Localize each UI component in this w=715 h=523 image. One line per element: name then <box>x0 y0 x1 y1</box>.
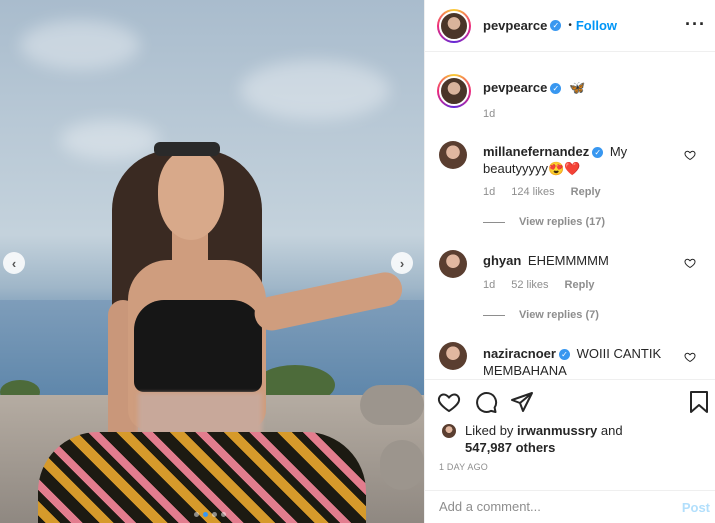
caption: pevpearce ✓ 🦋 <box>483 79 585 96</box>
person-face <box>158 150 224 240</box>
replies-divider <box>483 314 505 316</box>
action-bar: Liked by irwanmussry and 547,987 others … <box>425 379 715 472</box>
view-replies-button[interactable]: View replies (17) <box>483 216 605 228</box>
view-replies-label: View replies (17) <box>519 216 606 228</box>
person-top <box>134 300 262 392</box>
view-replies-button[interactable]: View replies (7) <box>483 309 599 321</box>
comment-username[interactable]: naziracnoer <box>483 346 556 361</box>
avatar-image <box>439 10 469 41</box>
bookmark-icon[interactable] <box>687 390 711 414</box>
likes-suffix: and <box>600 423 623 438</box>
comment-age[interactable]: 1d <box>483 279 495 291</box>
follow-separator: • <box>568 20 572 31</box>
comment-text: My <box>609 144 628 159</box>
heart-icon[interactable] <box>684 257 696 269</box>
likes-summary: Liked by irwanmussry and 547,987 others <box>441 422 665 456</box>
comment-likes[interactable]: 52 likes <box>511 279 548 291</box>
chevron-right-icon[interactable]: › <box>391 252 413 274</box>
photo-cushion <box>380 440 424 490</box>
more-options-icon[interactable]: ··· <box>685 14 706 35</box>
comment-meta: 1d 52 likes Reply <box>483 279 595 291</box>
comment-text: EHEMMMMM <box>527 253 609 268</box>
verified-badge-icon: ✓ <box>558 349 570 361</box>
reply-button[interactable]: Reply <box>565 279 595 291</box>
comment-text: WOIII CANTIK <box>576 346 662 361</box>
likes-text: Liked by irwanmussry and 547,987 others <box>465 422 665 456</box>
liker-username[interactable]: irwanmussry <box>517 423 597 438</box>
photo-cloud <box>240 60 390 120</box>
verified-badge-icon: ✓ <box>550 20 562 31</box>
caption-avatar[interactable] <box>437 74 471 108</box>
chevron-left-icon[interactable]: ‹ <box>3 252 25 274</box>
comment-avatar[interactable] <box>439 250 467 278</box>
post-button[interactable]: Post <box>682 500 710 515</box>
carousel-dot[interactable] <box>221 512 226 517</box>
comment-avatar[interactable] <box>439 342 467 370</box>
comments-list: pevpearce ✓ 🦋 1d millanefernandez ✓ My bea… <box>425 52 715 379</box>
comment-composer: Post <box>425 490 715 523</box>
reply-button[interactable]: Reply <box>571 186 601 198</box>
carousel-dot[interactable] <box>212 512 217 517</box>
post-date[interactable]: 1 DAY AGO <box>439 462 488 472</box>
avatar-image <box>439 76 469 106</box>
comment-likes[interactable]: 124 likes <box>511 186 554 198</box>
post-side-panel: pevpearce ✓ • Follow ··· pevpearce ✓ 🦋 1d… <box>424 0 715 523</box>
header-username[interactable]: pevpearce <box>483 18 547 33</box>
caption-text: 🦋 <box>568 80 586 95</box>
caption-age[interactable]: 1d <box>483 108 495 120</box>
comment-meta: 1d 124 likes Reply <box>483 186 601 198</box>
share-icon[interactable] <box>510 390 534 414</box>
likes-prefix: Liked by <box>465 423 514 438</box>
heart-icon[interactable] <box>437 390 461 414</box>
post-photo[interactable]: ‹ › <box>0 0 424 523</box>
heart-icon[interactable] <box>684 351 696 363</box>
avatar[interactable] <box>437 8 471 43</box>
caption-meta: 1d <box>483 108 495 120</box>
comment-text-cont: beautyyyyy😍❤️ <box>483 161 581 176</box>
avatar <box>441 423 457 439</box>
likes-others[interactable]: 547,987 others <box>465 440 555 455</box>
photo-cushion <box>360 385 424 425</box>
add-comment-input[interactable] <box>439 499 659 514</box>
comment: naziracnoer ✓ WOIII CANTIK MEMBAHANA <box>483 345 683 379</box>
comment-icon[interactable] <box>474 390 498 414</box>
comment-username[interactable]: millanefernandez <box>483 144 589 159</box>
comment: millanefernandez ✓ My beautyyyyy😍❤️ <box>483 143 683 177</box>
liker-avatar[interactable] <box>441 423 461 443</box>
photo-cloud <box>60 120 160 160</box>
carousel-dot[interactable] <box>194 512 199 517</box>
replies-divider <box>483 221 505 223</box>
censor-blur <box>138 393 262 435</box>
comment-avatar[interactable] <box>439 141 467 169</box>
post-header: pevpearce ✓ • Follow ··· <box>425 0 715 52</box>
carousel-dots <box>194 512 226 517</box>
verified-badge-icon: ✓ <box>592 147 604 159</box>
person-pants <box>38 432 366 523</box>
caption-username[interactable]: pevpearce <box>483 80 547 95</box>
comment-age[interactable]: 1d <box>483 186 495 198</box>
verified-badge-icon: ✓ <box>550 83 562 95</box>
carousel-dot-active[interactable] <box>203 512 208 517</box>
comment: ghyan EHEMMMMM <box>483 252 609 269</box>
comment-username[interactable]: ghyan <box>483 253 521 268</box>
heart-icon[interactable] <box>684 149 696 161</box>
view-replies-label: View replies (7) <box>519 309 599 321</box>
comment-text-cont: MEMBAHANA <box>483 363 567 378</box>
follow-button[interactable]: Follow <box>576 18 617 33</box>
photo-cloud <box>20 20 140 70</box>
person-sunglasses <box>154 142 220 156</box>
